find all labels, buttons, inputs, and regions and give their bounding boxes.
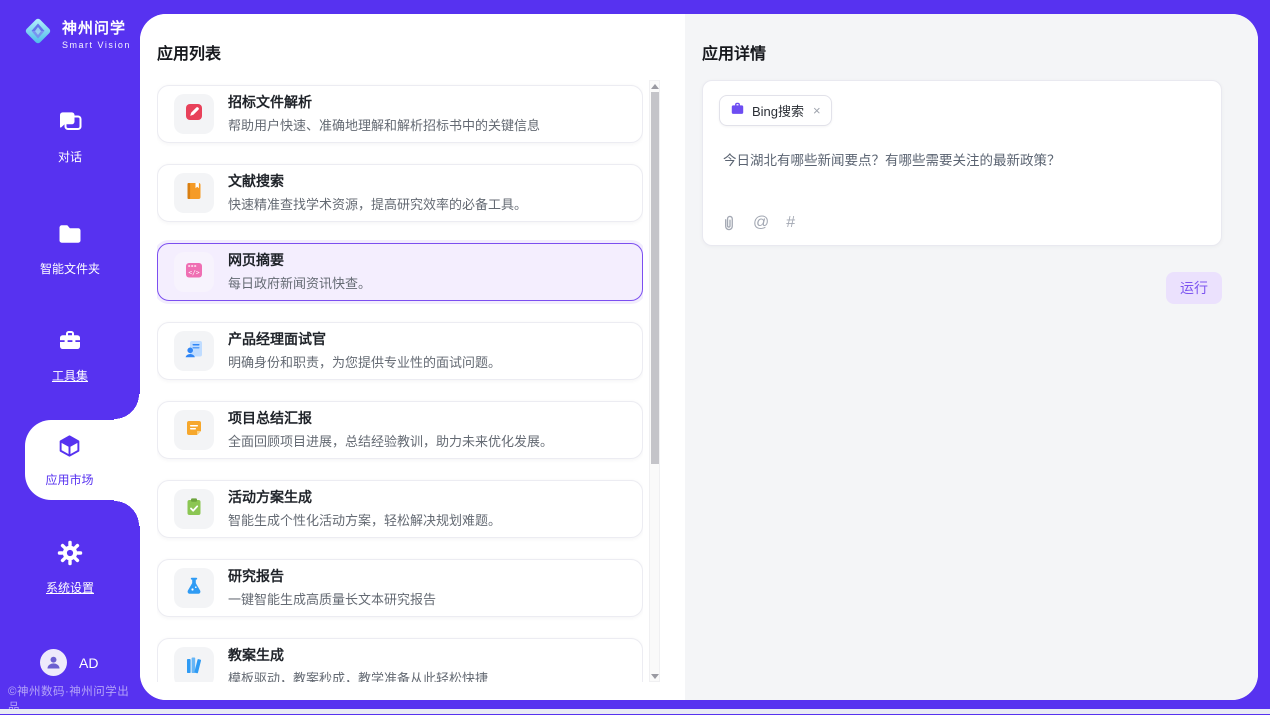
sidebar-item-2[interactable]: 智能文件夹 [0, 220, 140, 277]
tool-tag-label: Bing搜索 [752, 101, 804, 120]
user-name: AD [79, 655, 98, 671]
brand: 神州问学 Smart Vision [20, 13, 131, 54]
paperclip-icon[interactable] [721, 214, 736, 232]
sidebar-item-1[interactable]: 对话 [0, 108, 140, 165]
app-name: 文献搜索 [228, 173, 527, 190]
app-description: 模板驱动，教案秒成，教学准备从此轻松快捷 [228, 668, 488, 682]
app-list-item[interactable]: 文献搜索 快速精准查找学术资源，提高研究效率的必备工具。 [157, 164, 643, 222]
tool-tag-bing-search[interactable]: Bing搜索 × [719, 95, 832, 126]
sidebar-item-4[interactable]: 应用市场 [25, 420, 140, 500]
close-icon[interactable]: × [813, 103, 821, 118]
run-button[interactable]: 运行 [1166, 272, 1222, 304]
svg-text:</>: </> [188, 269, 199, 276]
sidebar-item-label: 对话 [58, 148, 82, 165]
brand-name: 神州问学 [62, 17, 131, 38]
app-list: 招标文件解析 帮助用户快速、准确地理解和解析招标书中的关键信息 文献搜索 快速精… [157, 80, 643, 682]
gear-icon [56, 539, 84, 572]
page: { "brand": { "name": "神州问学", "subtitle":… [0, 0, 1270, 714]
sidebar-item-label: 应用市场 [45, 471, 93, 488]
sidebar: 神州问学 Smart Vision 对话 智能文件夹 工具集 应用市场 [0, 0, 140, 714]
lesson-plan-icon [183, 654, 205, 681]
app-description: 明确身份和职责，为您提供专业性的面试问题。 [228, 352, 501, 371]
sidebar-item-5[interactable]: 系统设置 [0, 539, 140, 596]
app-list-item[interactable]: </> 网页摘要 每日政府新闻资讯快查。 [157, 243, 643, 301]
mention-icon[interactable]: @ [753, 214, 769, 232]
sidebar-item-label: 系统设置 [46, 579, 94, 596]
app-detail-panel: 应用详情 Bing搜索 × 今日湖北有哪些新闻要点？有哪些需要关注的最新政策？ … [685, 14, 1258, 700]
activity-plan-icon [183, 496, 205, 523]
scroll-up-arrow-icon[interactable] [651, 81, 659, 91]
pm-interviewer-icon [183, 338, 205, 365]
hash-icon[interactable]: # [786, 214, 795, 232]
sidebar-item-label: 智能文件夹 [40, 260, 100, 277]
tender-document-icon [183, 101, 205, 128]
app-description: 全面回顾项目进展，总结经验教训，助力未来优化发展。 [228, 431, 553, 450]
prompt-text: 今日湖北有哪些新闻要点？有哪些需要关注的最新政策？ [723, 151, 1203, 171]
cube-icon [56, 433, 83, 465]
project-summary-icon [183, 417, 205, 444]
app-description: 帮助用户快速、准确地理解和解析招标书中的关键信息 [228, 115, 540, 134]
app-name: 产品经理面试官 [228, 331, 501, 348]
app-list-item[interactable]: 招标文件解析 帮助用户快速、准确地理解和解析招标书中的关键信息 [157, 85, 643, 143]
literature-search-icon [183, 180, 205, 207]
folder-icon [56, 220, 84, 253]
app-description: 快速精准查找学术资源，提高研究效率的必备工具。 [228, 194, 527, 213]
app-list-title: 应用列表 [157, 40, 221, 64]
briefcase-icon [730, 101, 745, 121]
app-description: 一键智能生成高质量长文本研究报告 [228, 589, 436, 608]
app-list-item[interactable]: 产品经理面试官 明确身份和职责，为您提供专业性的面试问题。 [157, 322, 643, 380]
chat-icon [56, 108, 85, 141]
app-detail-title: 应用详情 [702, 40, 766, 64]
app-name: 活动方案生成 [228, 489, 501, 506]
research-report-icon [183, 575, 205, 602]
app-list-item[interactable]: 项目总结汇报 全面回顾项目进展，总结经验教训，助力未来优化发展。 [157, 401, 643, 459]
person-icon [45, 654, 62, 671]
app-name: 网页摘要 [228, 252, 371, 269]
prompt-input-card[interactable]: Bing搜索 × 今日湖北有哪些新闻要点？有哪些需要关注的最新政策？ @# [702, 80, 1222, 246]
scrollbar-thumb[interactable] [651, 92, 659, 464]
app-name: 教案生成 [228, 647, 488, 664]
bottom-edge-strip [0, 709, 1270, 714]
app-list-item[interactable]: 活动方案生成 智能生成个性化活动方案，轻松解决规划难题。 [157, 480, 643, 538]
app-name: 招标文件解析 [228, 94, 540, 111]
webpage-summary-icon: </> [183, 259, 205, 286]
sidebar-item-3[interactable]: 工具集 [0, 327, 140, 384]
main-container: 应用列表 招标文件解析 帮助用户快速、准确地理解和解析招标书中的关键信息 文献搜… [140, 14, 1258, 700]
scrollbar[interactable] [649, 80, 660, 682]
diamond-logo-icon [20, 13, 56, 54]
app-name: 研究报告 [228, 568, 436, 585]
app-description: 每日政府新闻资讯快查。 [228, 273, 371, 292]
scroll-down-arrow-icon[interactable] [651, 671, 659, 681]
composer-toolbar: @# [721, 214, 795, 232]
user-account[interactable]: AD [40, 649, 98, 676]
brand-subtitle: Smart Vision [62, 40, 131, 50]
app-name: 项目总结汇报 [228, 410, 553, 427]
app-list-item[interactable]: 教案生成 模板驱动，教案秒成，教学准备从此轻松快捷 [157, 638, 643, 682]
app-list-item[interactable]: 研究报告 一键智能生成高质量长文本研究报告 [157, 559, 643, 617]
toolbox-icon [56, 327, 84, 360]
app-list-panel: 应用列表 招标文件解析 帮助用户快速、准确地理解和解析招标书中的关键信息 文献搜… [140, 14, 685, 700]
sidebar-item-label: 工具集 [52, 367, 88, 384]
avatar [40, 649, 67, 676]
app-description: 智能生成个性化活动方案，轻松解决规划难题。 [228, 510, 501, 529]
